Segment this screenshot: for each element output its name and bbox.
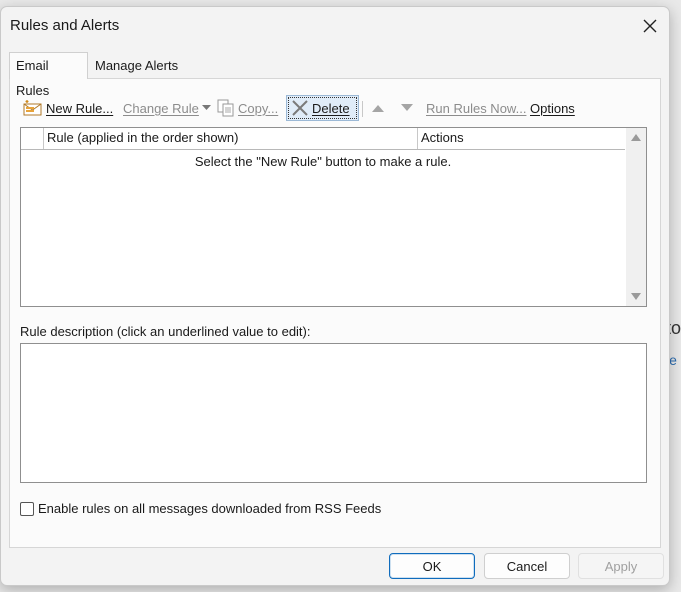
run-rules-now-button[interactable]: Run Rules Now... [426,95,526,121]
options-label: Options [530,100,575,116]
close-button[interactable] [637,13,663,39]
rule-description-label: Rule description (click an underlined va… [20,324,311,339]
scroll-up-arrow-icon[interactable] [631,134,641,141]
email-rules-panel: New Rule... Change Rule Copy... Delete R… [9,78,661,548]
delete-label: Delete [312,100,350,116]
rules-list[interactable]: Rule (applied in the order shown) Action… [20,127,647,307]
ok-button[interactable]: OK [389,553,475,579]
scroll-down-arrow-icon[interactable] [631,293,641,300]
options-button[interactable]: Options [530,95,575,121]
copy-label: Copy... [238,100,279,116]
move-down-icon [401,104,413,111]
copy-icon [217,99,234,117]
delete-button[interactable]: Delete [286,95,359,121]
rule-column-header[interactable]: Rule (applied in the order shown) [47,128,417,149]
close-icon [643,19,657,33]
rules-list-scrollbar[interactable] [626,128,646,306]
change-rule-dropdown[interactable]: Change Rule [123,95,211,121]
copy-button[interactable]: Copy... [216,95,278,121]
move-down-button[interactable] [401,95,413,121]
rules-and-alerts-dialog: Rules and Alerts Email Rules Manage Aler… [0,6,670,586]
rule-description-box[interactable] [20,343,647,483]
run-rules-now-label: Run Rules Now... [426,100,527,116]
empty-list-message: Select the "New Rule" button to make a r… [194,154,452,169]
delete-x-icon [292,100,308,116]
move-up-button[interactable] [372,95,384,121]
new-rule-label: New Rule... [46,100,114,116]
tab-manage-alerts[interactable]: Manage Alerts [89,55,185,78]
rules-list-header: Rule (applied in the order shown) Action… [21,128,625,150]
toolbar-separator [362,101,363,117]
change-rule-label: Change Rule [123,100,199,116]
rules-toolbar: New Rule... Change Rule Copy... Delete R… [20,93,650,123]
rss-rules-label: Enable rules on all messages downloaded … [38,501,382,516]
dialog-title: Rules and Alerts [10,17,120,34]
cancel-button[interactable]: Cancel [484,553,570,579]
apply-button[interactable]: Apply [578,553,664,579]
rss-rules-option[interactable]: Enable rules on all messages downloaded … [20,501,381,516]
rss-rules-checkbox[interactable] [20,501,34,516]
checkbox-column-header [21,128,44,149]
tab-email-rules[interactable]: Email Rules [9,52,88,98]
actions-column-header[interactable]: Actions [417,128,621,149]
chevron-down-icon [201,105,211,110]
move-up-icon [372,105,384,112]
